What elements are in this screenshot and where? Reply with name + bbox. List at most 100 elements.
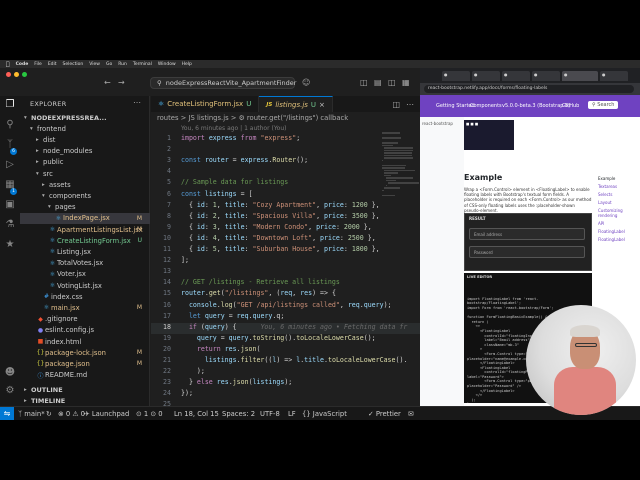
more-icon[interactable]: ⋯ [406, 100, 414, 109]
tree-folder[interactable]: ▸ dist [20, 134, 150, 145]
browser-tab[interactable]: ● [502, 71, 530, 81]
tree-folder[interactable]: ▾ pages [20, 202, 150, 213]
command-center-search[interactable]: ⚲ nodeExpressReactVite_ApartmentFinder [150, 77, 296, 89]
back-arrow-icon[interactable]: ← [104, 78, 111, 87]
copilot-icon[interactable]: ☺ [302, 78, 310, 87]
nav-search[interactable]: ⚲ Search [588, 101, 619, 109]
menu-app[interactable]: Code [16, 62, 29, 67]
tab-createlistingform[interactable]: ⚛ CreateListingForm.jsx U [151, 96, 260, 112]
menu-go[interactable]: Go [106, 62, 112, 67]
browser-tab[interactable]: ● [600, 71, 628, 81]
prettier-status[interactable]: ✓ Prettier [368, 410, 401, 418]
tree-file[interactable]: ● eslint.config.js [20, 325, 150, 336]
code-line[interactable]: // GET /listings - Retrieve all listings [181, 278, 340, 286]
toc-api[interactable]: API [598, 221, 640, 226]
git-blame-codelens[interactable]: You, 6 minutes ago | 1 author (You) [181, 125, 287, 132]
nav-getting-started[interactable]: Getting Started [436, 103, 475, 109]
tree-file[interactable]: ■ index.html [20, 336, 150, 347]
code-line[interactable]: let query = req.query.q; [181, 312, 284, 320]
problems-status[interactable]: ⊗ 0 ⚠ 0 [58, 410, 85, 418]
nav-components[interactable]: Components [470, 103, 502, 109]
minimize-window-icon[interactable] [14, 72, 19, 77]
toc-floatinglabel-2[interactable]: FloatingLabel [598, 237, 640, 242]
browser-tab[interactable]: ● [532, 71, 560, 81]
code-line[interactable]: { id: 4, title: "Downtown Loft", price: … [181, 234, 376, 242]
cursor-position[interactable]: Ln 18, Col 15 [174, 410, 219, 418]
toggle-panel-icon[interactable]: ▤ [374, 78, 382, 87]
docker-icon[interactable]: ★ [3, 238, 17, 252]
toc-customizing[interactable]: Customizing rendering [598, 208, 640, 218]
tab-listings[interactable]: JS listings.js U × [259, 96, 333, 112]
tree-file[interactable]: ◆ .gitignore [20, 314, 150, 325]
tree-folder[interactable]: ▸ public [20, 157, 150, 168]
tree-file[interactable]: ⚛ VotingList.jsx [20, 280, 150, 291]
language-status[interactable]: {} JavaScript [302, 410, 347, 418]
browser-tab-active[interactable]: ● [562, 71, 598, 81]
maximize-window-icon[interactable] [22, 72, 27, 77]
toc-selects[interactable]: Selects [598, 192, 640, 197]
timeline-section[interactable]: ▸ TIMELINE [20, 395, 150, 406]
ports-status[interactable]: ⊙ 1 ⊙ 0 [136, 410, 163, 418]
explorer-icon[interactable]: ❐ [3, 98, 17, 112]
search-icon[interactable]: ⚲ [3, 118, 17, 132]
password-field[interactable]: Password [469, 246, 585, 258]
close-window-icon[interactable] [6, 72, 11, 77]
tree-folder[interactable]: ▸ assets [20, 179, 150, 190]
menu-window[interactable]: Window [158, 62, 176, 67]
tree-file[interactable]: ⚛ Listing.jsx [20, 246, 150, 257]
menu-view[interactable]: View [89, 62, 100, 67]
tree-file[interactable]: ⓘ README.md [20, 370, 150, 381]
indentation-status[interactable]: Spaces: 2 [222, 410, 255, 418]
code-line[interactable]: query = query.toString().toLocaleLowerCa… [181, 334, 376, 342]
notifications-bell-icon[interactable]: ✉ [408, 410, 414, 418]
forward-arrow-icon[interactable]: → [118, 78, 125, 87]
branch-status[interactable]: ᛉ main* [18, 410, 45, 418]
browser-tab[interactable]: ● [472, 71, 500, 81]
menu-edit[interactable]: Edit [48, 62, 57, 67]
close-tab-icon[interactable]: × [319, 101, 325, 109]
code-line[interactable]: const router = express.Router(); [181, 156, 308, 164]
eol-status[interactable]: LF [288, 410, 296, 418]
code-line[interactable]: router.get("/listings", (req, res) => { [181, 289, 336, 297]
nav-version[interactable]: v5.0.0-beta.3 (Bootstrap 5) [502, 103, 570, 109]
tree-file[interactable]: ⚛ Voter.jsx [20, 269, 150, 280]
code-line[interactable]: import express from "express"; [181, 134, 300, 142]
code-line[interactable]: const listings = [ [181, 190, 253, 198]
toggle-sidebar-icon[interactable]: ◫ [360, 78, 368, 87]
tree-file[interactable]: ⚛ IndexPage.jsx M [20, 212, 150, 224]
tree-file[interactable]: # index.css [20, 291, 150, 302]
toggle-secondary-sidebar-icon[interactable]: ◫ [388, 78, 396, 87]
code-line[interactable]: ); [181, 367, 205, 375]
code-line[interactable]: if (query) { You, 6 minutes ago • Fetchi… [181, 323, 407, 331]
split-editor-icon[interactable]: ◫ [392, 100, 400, 109]
breadcrumb[interactable]: routes > JS listings.js > ⚙ router.get("… [157, 114, 348, 122]
code-line[interactable]: // Sample data for listings [181, 178, 288, 186]
sync-icon[interactable]: ↻ [46, 410, 52, 418]
remote-explorer-icon[interactable]: ▣ [3, 198, 17, 212]
tree-file[interactable]: ⚛ ApartmentListingsList.jsx M [20, 224, 150, 235]
nav-github[interactable]: GitHub [562, 103, 579, 109]
tree-folder[interactable]: ▾ components [20, 190, 150, 201]
tree-file[interactable]: {} package.json M [20, 358, 150, 369]
menu-selection[interactable]: Selection [63, 62, 84, 67]
tree-folder[interactable]: ▾ NODEEXPRESSREA... [20, 112, 150, 123]
launchpad-status[interactable]: ✈ Launchpad [84, 410, 129, 418]
minimap[interactable] [380, 132, 420, 292]
tree-folder[interactable]: ▾ frontend [20, 123, 150, 134]
manage-gear-icon[interactable]: ⚙ [3, 384, 17, 398]
tree-file[interactable]: ⚛ TotalVotes.jsx [20, 258, 150, 269]
email-field[interactable]: Email address [469, 228, 585, 240]
tree-file[interactable]: ⚛ main.jsx M [20, 302, 150, 313]
code-line[interactable]: } else res.json(listings); [181, 378, 292, 386]
more-actions-icon[interactable]: ⋯ [133, 98, 141, 107]
apple-icon[interactable]:  [6, 61, 10, 68]
code-line[interactable]: { id: 1, title: "Cozy Apartment", price:… [181, 201, 380, 209]
tree-folder[interactable]: ▾ src [20, 168, 150, 179]
tree-folder[interactable]: ▸ node_modules [20, 146, 150, 157]
code-line[interactable]: return res.json( [181, 345, 261, 353]
outline-section[interactable]: ▸ OUTLINE [20, 384, 150, 395]
code-line[interactable]: ]; [181, 256, 189, 264]
menu-terminal[interactable]: Terminal [133, 62, 152, 67]
toc-floatinglabel-1[interactable]: FloatingLabel [598, 229, 640, 234]
testing-icon[interactable]: ⚗ [3, 218, 17, 232]
